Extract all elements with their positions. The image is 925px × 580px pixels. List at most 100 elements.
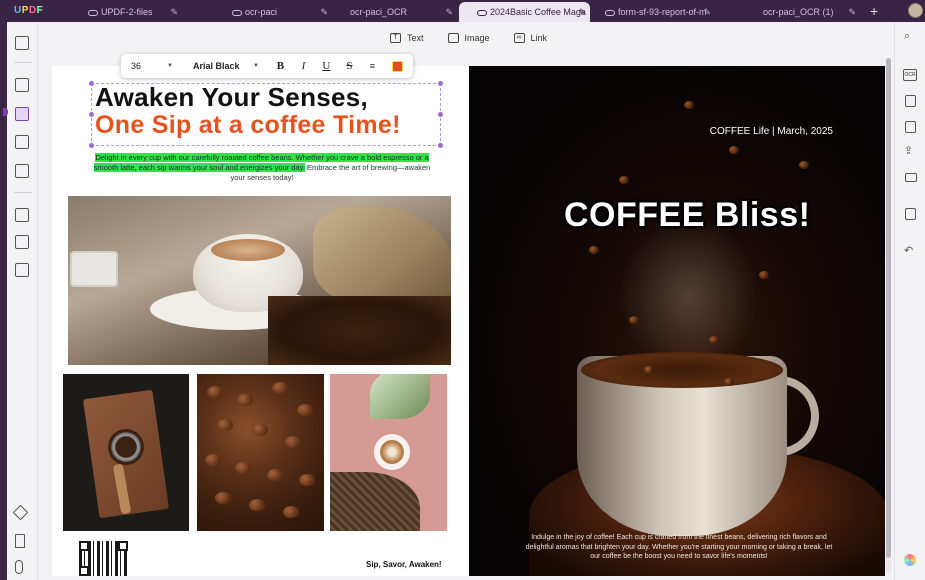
convert-icon[interactable] (905, 95, 916, 107)
crop-icon[interactable] (15, 235, 29, 249)
add-image-button[interactable]: Image (447, 31, 490, 45)
coffee-bean-shape (644, 366, 654, 374)
pencil-icon: ✎ (848, 7, 856, 17)
resize-handle[interactable] (89, 81, 94, 86)
qr-code[interactable] (79, 541, 128, 576)
align-left-icon[interactable]: ≡ (361, 61, 384, 71)
text-icon: T (390, 33, 401, 43)
comment-icon[interactable] (15, 78, 29, 92)
font-family-value: Arial Black (192, 61, 240, 71)
add-text-button[interactable]: T Text (390, 31, 424, 45)
tab-2[interactable]: ocr-paci_OCR ✎ (350, 2, 457, 22)
tab-label: 2024Basic Coffee Maga (490, 7, 586, 17)
underline-button[interactable]: U (315, 60, 338, 72)
avatar[interactable] (908, 3, 923, 18)
coffee-bean-shape (285, 436, 301, 448)
scrollbar-thumb[interactable] (886, 58, 891, 558)
cover-title[interactable]: COFFEE Bliss! (564, 196, 810, 235)
tab-label: ocr-paci_OCR (350, 7, 408, 17)
resize-handle[interactable] (438, 112, 443, 117)
resize-handle[interactable] (89, 143, 94, 148)
share-icon[interactable]: ⇪ (904, 144, 913, 157)
watermark-icon[interactable] (15, 263, 29, 277)
updf-logo: UPDF (14, 5, 44, 16)
coffee-bean-shape (272, 382, 288, 394)
burlap-bag-shape (313, 206, 451, 306)
image-icon (447, 33, 459, 43)
intro-paragraph[interactable]: Delight in every cup with our carefully … (92, 153, 432, 183)
resize-handle[interactable] (438, 143, 443, 148)
tab-1[interactable]: ocr-paci ✎ (232, 2, 332, 22)
cloud-icon (605, 9, 615, 16)
tab-label: ocr-paci_OCR (1) (763, 7, 834, 17)
font-size-select[interactable]: 36 (131, 61, 167, 71)
coffee-bean-shape (283, 506, 299, 518)
tab-4[interactable]: form-sf-93-report-of-m ✎ (605, 2, 715, 22)
ai-assistant-icon[interactable] (904, 554, 916, 566)
coffee-bean-shape (217, 419, 233, 431)
coffee-beans-photo[interactable] (197, 374, 324, 531)
cover-page-right: COFFEE Life | March, 2025 COFFEE Bliss! … (469, 66, 885, 576)
edit-toolbar: T Text Image ∞ Link (390, 31, 547, 45)
coffee-bean-shape (235, 462, 251, 474)
grinder-photo[interactable] (63, 374, 189, 531)
issue-date-text[interactable]: COFFEE Life | March, 2025 (710, 126, 833, 137)
coffee-cup-photo[interactable] (68, 196, 451, 365)
resize-handle[interactable] (438, 81, 443, 86)
tab-label: form-sf-93-report-of-m (618, 7, 707, 17)
add-link-label: Link (530, 33, 548, 43)
pencil-icon: ✎ (320, 7, 328, 17)
save-icon[interactable] (905, 208, 916, 220)
italic-button[interactable]: I (292, 60, 315, 72)
form-icon[interactable] (15, 164, 29, 178)
coffee-bean-shape (205, 454, 221, 466)
tab-3-active[interactable]: 2024Basic Coffee Maga ✎ (459, 2, 590, 22)
coffee-bean-shape (709, 336, 719, 344)
qr-finder-pattern (79, 566, 89, 576)
cover-caption[interactable]: Indulge in the joy of coffee! Each cup i… (524, 533, 834, 562)
pencil-icon: ✎ (703, 7, 711, 17)
font-family-select[interactable]: Arial Black (193, 61, 253, 71)
search-icon[interactable]: ⌕ (904, 30, 910, 43)
latte-photo[interactable] (330, 374, 447, 531)
tab-label: UPDF-2-files (101, 7, 153, 17)
email-icon[interactable] (905, 173, 917, 182)
coffee-bean-shape (249, 499, 265, 511)
sidebar-toggle-handle[interactable] (3, 108, 8, 116)
reader-icon[interactable] (15, 36, 29, 50)
headline-line-1[interactable]: Awaken Your Senses, (95, 82, 368, 113)
strikethrough-button[interactable]: S (338, 60, 361, 72)
headline-line-2[interactable]: One Sip at a coffee Time! (95, 111, 401, 140)
pencil-icon: ✎ (170, 7, 178, 17)
resize-handle[interactable] (89, 112, 94, 117)
vertical-scrollbar[interactable] (886, 58, 891, 572)
tab-0[interactable]: UPDF-2-files ✎ (88, 2, 182, 22)
tagline-text[interactable]: Sip, Savor, Awaken! (366, 560, 442, 569)
text-color-button[interactable] (391, 60, 403, 72)
coffee-bean-shape (299, 474, 315, 486)
attachment-icon[interactable] (15, 560, 23, 574)
latte-foam-shape (211, 239, 285, 261)
coffee-bean-shape (215, 492, 231, 504)
new-tab-plus-icon[interactable]: + (870, 3, 878, 19)
protect-icon[interactable] (905, 121, 916, 133)
organize-pages-icon[interactable] (15, 208, 29, 222)
coffee-surface-shape (581, 352, 783, 388)
chevron-down-icon[interactable]: ▼ (167, 63, 173, 69)
coffee-bean-shape (684, 101, 694, 109)
layers-icon[interactable] (12, 504, 29, 521)
undo-icon[interactable]: ↶ (904, 244, 913, 257)
coffee-bean-shape (729, 146, 739, 154)
page-tools-icon[interactable] (15, 135, 29, 149)
tab-5[interactable]: ocr-paci_OCR (1) ✎ (763, 2, 860, 22)
text-format-toolbar: 36 ▼ Arial Black ▼ B I U S ≡ (121, 54, 413, 78)
add-link-button[interactable]: ∞ Link (513, 31, 548, 45)
coffee-bean-shape (619, 176, 629, 184)
bookmark-icon[interactable] (15, 534, 25, 548)
bold-button[interactable]: B (269, 60, 292, 72)
add-text-label: Text (407, 33, 424, 43)
ocr-icon[interactable]: OCR (903, 69, 917, 81)
coffee-bean-shape (297, 404, 313, 416)
chevron-down-icon[interactable]: ▼ (253, 63, 259, 69)
edit-pdf-icon[interactable] (15, 107, 29, 121)
